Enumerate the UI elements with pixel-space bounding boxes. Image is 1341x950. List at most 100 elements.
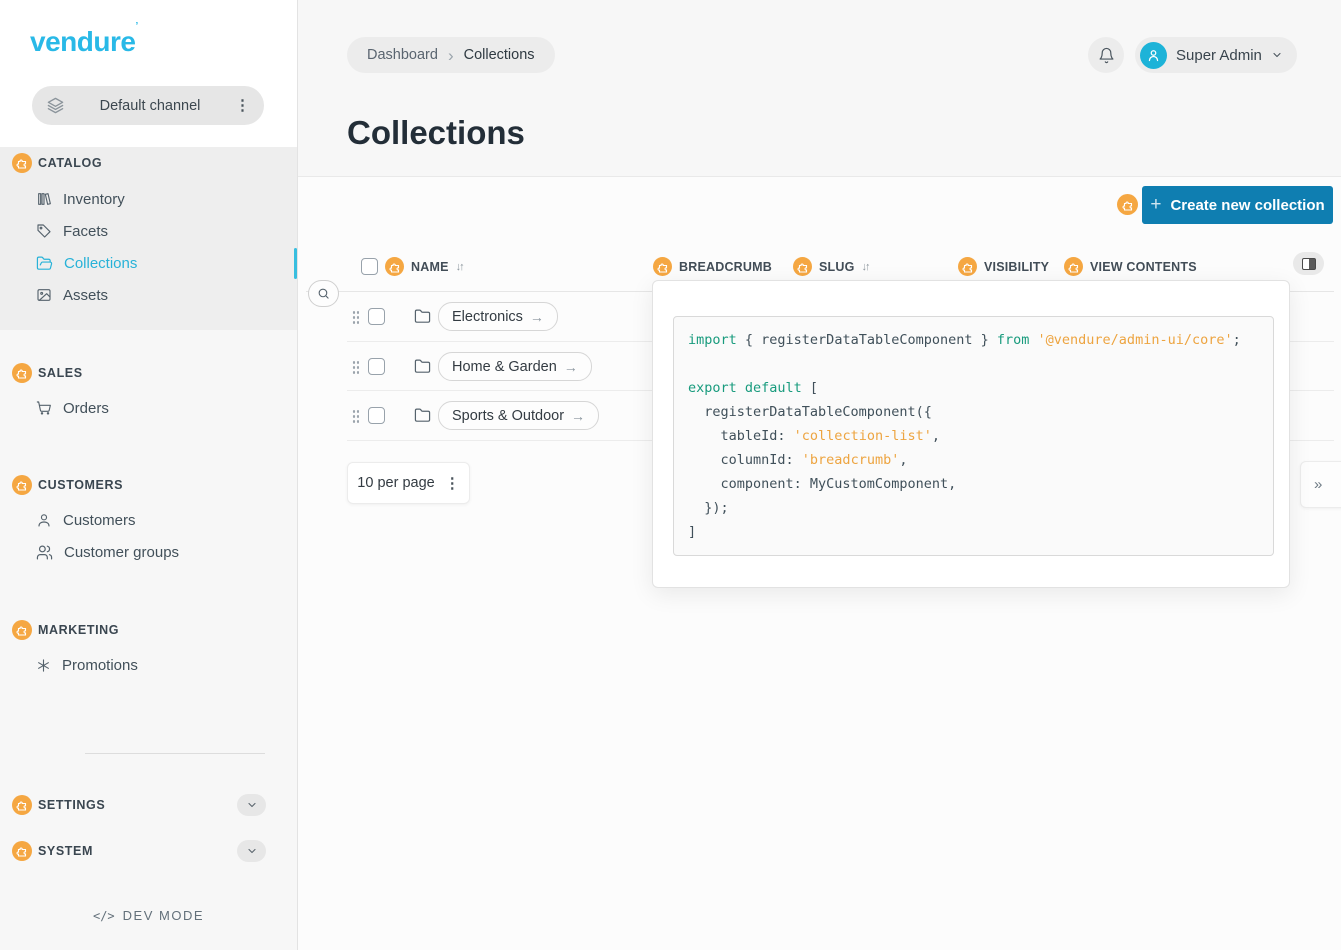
row-checkbox[interactable] (368, 358, 385, 375)
logo-mark: ’ (135, 21, 137, 32)
sidebar-item-inventory[interactable]: Inventory (36, 184, 125, 214)
folder-open-icon (36, 255, 53, 272)
notifications-button[interactable] (1088, 37, 1124, 73)
column-label[interactable]: SLUG (819, 260, 855, 274)
sidebar-item-customers[interactable]: Customers (36, 505, 136, 535)
sidebar-item-promotions[interactable]: Promotions (36, 650, 138, 680)
channel-selector[interactable]: Default channel ⋮ (32, 86, 264, 125)
breadcrumb: Dashboard › Collections (347, 37, 555, 73)
vendure-logo[interactable]: vendure’ (30, 26, 138, 58)
extension-point-badge[interactable] (958, 257, 977, 276)
extension-point-badge[interactable] (385, 257, 404, 276)
sidebar-item-collections[interactable]: Collections (36, 248, 137, 278)
puzzle-icon (962, 261, 974, 273)
puzzle-icon (16, 479, 28, 491)
row-checkbox[interactable] (368, 407, 385, 424)
column-label[interactable]: VISIBILITY (984, 260, 1049, 274)
sidebar-section-sales: SALES (12, 362, 83, 384)
drag-handle-icon[interactable] (352, 310, 359, 324)
sidebar: vendure’ Default channel ⋮ CATALOG Inven… (0, 0, 298, 950)
items-per-page-select[interactable]: 10 per page ⋮ (347, 462, 470, 504)
drag-handle-icon[interactable] (352, 409, 359, 423)
drag-handle-icon[interactable] (352, 360, 359, 374)
collection-link[interactable]: Electronics → (438, 302, 558, 331)
tag-icon (36, 223, 52, 239)
active-item-accent (294, 248, 297, 279)
avatar (1140, 42, 1167, 69)
puzzle-icon (16, 799, 28, 811)
sort-icon[interactable]: ↓↑ (456, 261, 463, 273)
table-search-button[interactable] (308, 280, 339, 307)
kebab-menu-icon: ⋮ (445, 476, 460, 491)
sidebar-item-label: Inventory (63, 191, 125, 208)
channel-menu-icon[interactable]: ⋮ (235, 98, 250, 113)
chevron-down-icon (246, 799, 258, 811)
collection-name: Sports & Outdoor (452, 408, 564, 424)
page-title: Collections (347, 114, 525, 152)
extension-point-badge[interactable] (12, 795, 32, 815)
column-header-visibility: VISIBILITY (958, 257, 1049, 276)
sidebar-item-label: Orders (63, 400, 109, 417)
folder-icon (414, 358, 431, 375)
sidebar-section-system[interactable]: SYSTEM (12, 840, 93, 862)
puzzle-icon (16, 367, 28, 379)
logo-text: vendure (30, 26, 135, 57)
collection-link[interactable]: Sports & Outdoor → (438, 401, 599, 430)
select-all-checkbox[interactable] (361, 258, 378, 275)
channel-label: Default channel (65, 98, 235, 114)
column-label[interactable]: NAME (411, 260, 449, 274)
folder-icon (414, 407, 431, 424)
users-icon (36, 544, 53, 561)
create-new-collection-button[interactable]: + Create new collection (1142, 186, 1333, 224)
sidebar-item-facets[interactable]: Facets (36, 216, 108, 246)
sidebar-section-catalog: CATALOG (12, 152, 102, 174)
extension-point-badge[interactable] (1117, 194, 1138, 215)
app-root: vendure’ Default channel ⋮ CATALOG Inven… (0, 0, 1341, 950)
chevron-right-icon: › (448, 47, 454, 64)
sidebar-item-label: Facets (63, 223, 108, 240)
user-menu[interactable]: Super Admin (1135, 37, 1297, 73)
sidebar-item-assets[interactable]: Assets (36, 280, 108, 310)
chevron-down-icon (1271, 49, 1283, 61)
column-label[interactable]: BREADCRUMB (679, 260, 772, 274)
extension-point-badge[interactable] (12, 841, 32, 861)
collection-name: Home & Garden (452, 359, 557, 375)
dev-mode-toggle[interactable]: </> DEV MODE (0, 908, 297, 923)
user-icon (1146, 48, 1161, 63)
user-icon (36, 512, 52, 528)
settings-expand-button[interactable] (237, 794, 266, 816)
code-block: import { registerDataTableComponent } fr… (673, 316, 1274, 556)
extension-point-badge[interactable] (12, 620, 32, 640)
column-picker-button[interactable] (1293, 252, 1324, 275)
library-icon (36, 191, 52, 207)
section-label: CUSTOMERS (38, 478, 123, 492)
row-checkbox[interactable] (368, 308, 385, 325)
search-icon (317, 287, 330, 300)
sidebar-section-settings[interactable]: SETTINGS (12, 794, 105, 816)
image-icon (36, 287, 52, 303)
extension-point-badge[interactable] (12, 475, 32, 495)
breadcrumb-dashboard[interactable]: Dashboard (367, 47, 438, 63)
column-header-breadcrumb: BREADCRUMB (653, 257, 772, 276)
columns-icon (1302, 258, 1316, 270)
column-header-name: NAME ↓↑ (361, 257, 463, 276)
extension-point-badge[interactable] (12, 153, 32, 173)
column-header-slug: SLUG ↓↑ (793, 257, 869, 276)
sidebar-item-label: Customer groups (64, 544, 179, 561)
column-label[interactable]: VIEW CONTENTS (1090, 260, 1197, 274)
system-expand-button[interactable] (237, 840, 266, 862)
extension-point-badge[interactable] (1064, 257, 1083, 276)
extension-point-badge[interactable] (653, 257, 672, 276)
next-page-button[interactable]: » (1300, 461, 1341, 508)
arrow-right-icon: → (530, 309, 544, 325)
breadcrumb-collections[interactable]: Collections (464, 47, 535, 63)
sidebar-item-orders[interactable]: Orders (36, 393, 109, 423)
sort-icon[interactable]: ↓↑ (862, 261, 869, 273)
extension-point-badge[interactable] (793, 257, 812, 276)
sidebar-item-customer-groups[interactable]: Customer groups (36, 537, 179, 567)
collection-link[interactable]: Home & Garden → (438, 352, 592, 381)
plus-icon: + (1150, 194, 1161, 216)
extension-point-badge[interactable] (12, 363, 32, 383)
sidebar-item-label: Customers (63, 512, 136, 529)
user-name: Super Admin (1176, 47, 1262, 64)
